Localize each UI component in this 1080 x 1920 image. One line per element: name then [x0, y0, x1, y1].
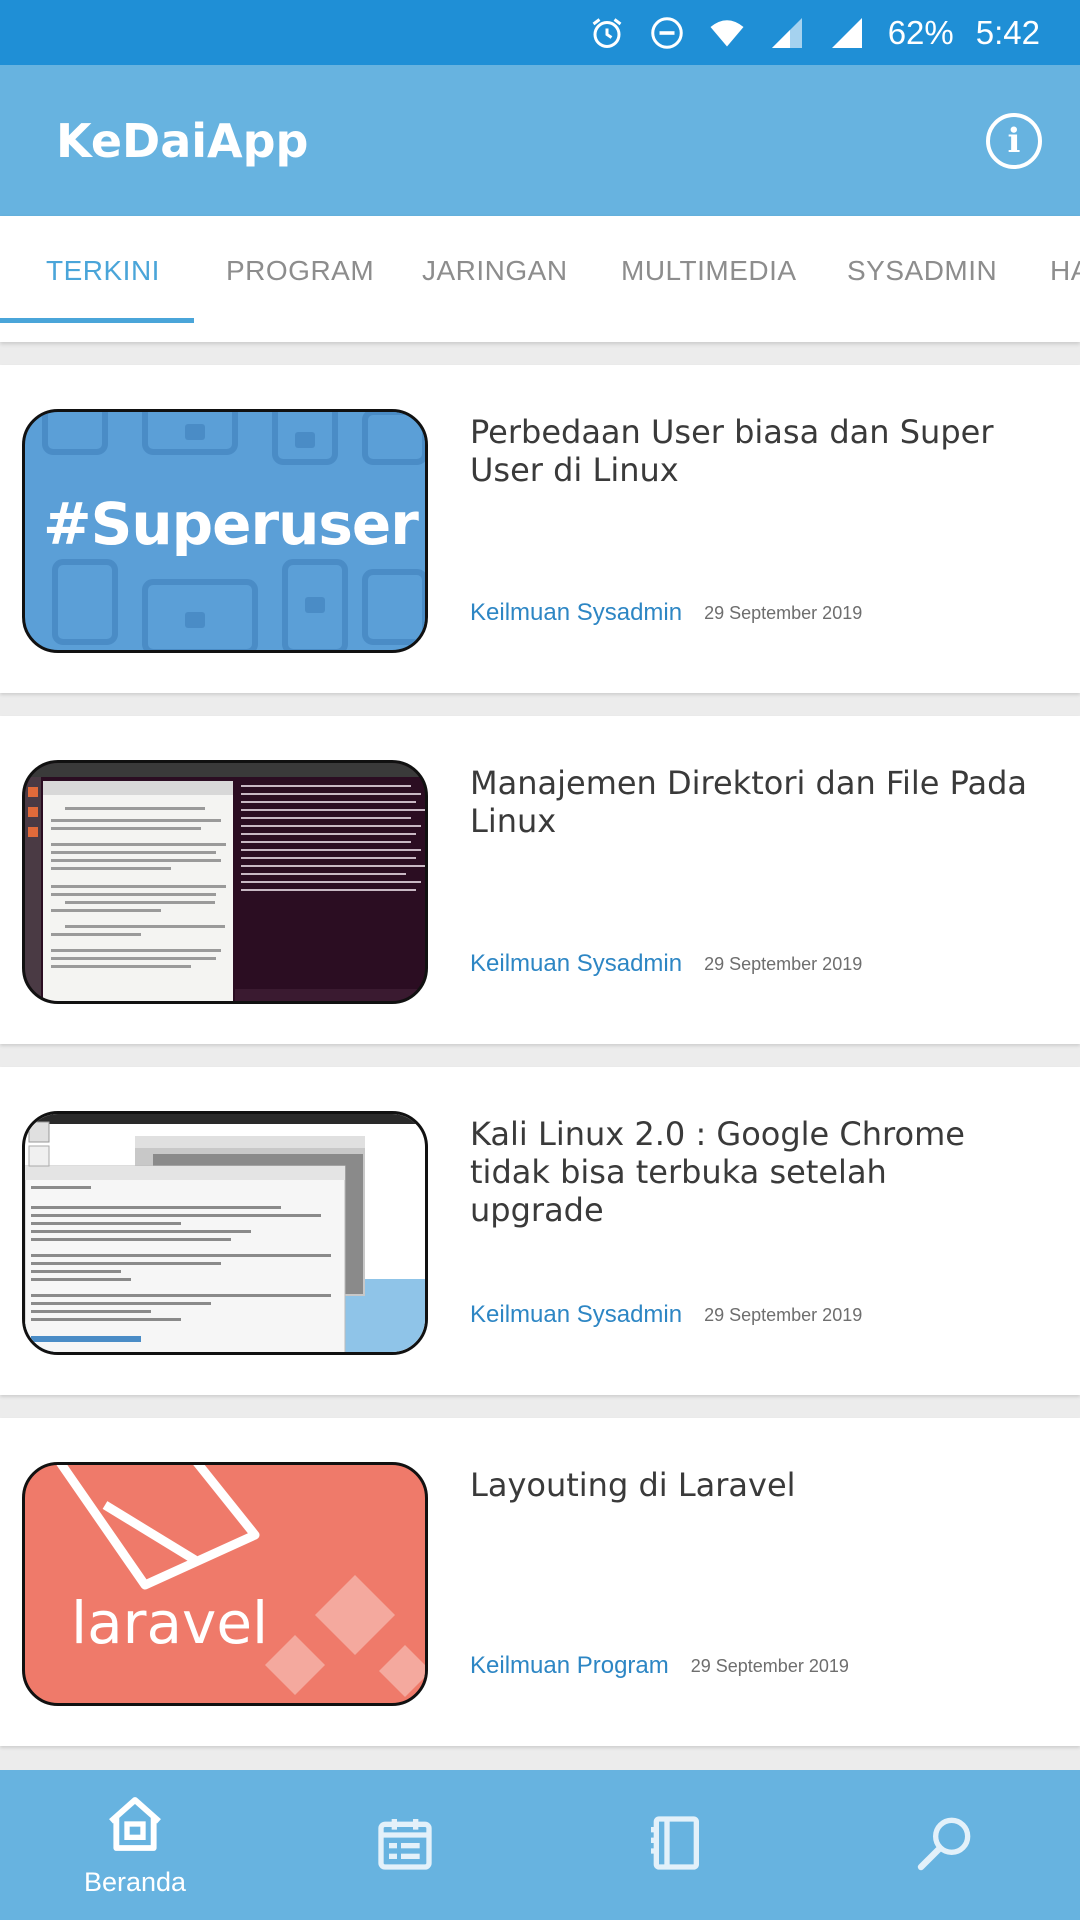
article-thumbnail — [22, 760, 428, 1004]
thumbnail-text: #Superuser — [43, 490, 419, 558]
notebook-icon — [643, 1811, 707, 1880]
app-title: KeDaiApp — [56, 113, 309, 168]
alarm-icon — [588, 14, 626, 52]
signal-icon — [768, 14, 806, 52]
nav-label: Beranda — [83, 1867, 187, 1897]
battery-percent: 62% — [887, 13, 954, 51]
do-not-disturb-icon — [648, 14, 686, 52]
article-date: 29 September 2019 — [704, 1304, 863, 1325]
nav-calendar[interactable] — [270, 1770, 540, 1920]
article-category-link[interactable]: Keilmuan Sysadmin — [470, 950, 682, 978]
article-category-link[interactable]: Keilmuan Sysadmin — [470, 599, 682, 627]
article-title[interactable]: Layouting di Laravel — [470, 1466, 1030, 1504]
article-card[interactable]: laravel Layouting di Laravel Keilmuan Pr… — [0, 1418, 1080, 1746]
article-title[interactable]: Perbedaan User biasa dan Super User di L… — [470, 413, 1030, 489]
calendar-icon — [373, 1811, 437, 1880]
category-tabs: TERKINI PROGRAM JARINGAN MULTIMEDIA SYSA… — [0, 216, 1080, 342]
tab-terkini[interactable]: TERKINI — [46, 216, 160, 342]
home-icon — [103, 1792, 167, 1861]
active-tab-indicator — [0, 318, 194, 323]
article-meta: Keilmuan Program 29 September 2019 — [470, 1652, 849, 1680]
article-category-link[interactable]: Keilmuan Sysadmin — [470, 1301, 682, 1329]
tab-jaringan[interactable]: JARINGAN — [422, 216, 568, 342]
article-thumbnail — [22, 1111, 428, 1355]
article-date: 29 September 2019 — [690, 1655, 849, 1676]
article-card[interactable]: Kali Linux 2.0 : Google Chrome tidak bis… — [0, 1067, 1080, 1395]
article-category-link[interactable]: Keilmuan Program — [470, 1652, 669, 1680]
tab-program[interactable]: PROGRAM — [226, 216, 374, 342]
article-meta: Keilmuan Sysadmin 29 September 2019 — [470, 1301, 862, 1329]
thumbnail-text: laravel — [71, 1589, 269, 1657]
article-thumbnail: laravel — [22, 1462, 428, 1706]
article-date: 29 September 2019 — [704, 953, 863, 974]
signal-icon — [828, 14, 866, 52]
tab-ha[interactable]: HA — [1050, 216, 1080, 342]
nav-beranda[interactable]: Beranda — [0, 1770, 270, 1920]
bottom-navigation: Beranda — [0, 1770, 1080, 1920]
article-card[interactable]: #Superuser Perbedaan User biasa dan Supe… — [0, 365, 1080, 693]
article-card[interactable]: Manajemen Direktori dan File Pada Linux … — [0, 716, 1080, 1044]
tab-multimedia[interactable]: MULTIMEDIA — [621, 216, 797, 342]
info-icon[interactable]: i — [986, 112, 1042, 169]
article-meta: Keilmuan Sysadmin 29 September 2019 — [470, 599, 862, 627]
clock: 5:42 — [975, 13, 1040, 51]
wifi-icon — [708, 14, 746, 52]
tab-sysadmin[interactable]: SYSADMIN — [847, 216, 997, 342]
article-title[interactable]: Manajemen Direktori dan File Pada Linux — [470, 764, 1030, 840]
article-meta: Keilmuan Sysadmin 29 September 2019 — [470, 950, 862, 978]
nav-search[interactable] — [810, 1770, 1080, 1920]
app-bar: KeDaiApp i — [0, 65, 1080, 216]
article-title[interactable]: Kali Linux 2.0 : Google Chrome tidak bis… — [470, 1115, 1030, 1229]
article-date: 29 September 2019 — [704, 602, 863, 623]
status-bar: 62% 5:42 — [0, 0, 1080, 65]
nav-notebook[interactable] — [540, 1770, 810, 1920]
search-icon — [913, 1811, 977, 1880]
article-thumbnail: #Superuser — [22, 409, 428, 653]
